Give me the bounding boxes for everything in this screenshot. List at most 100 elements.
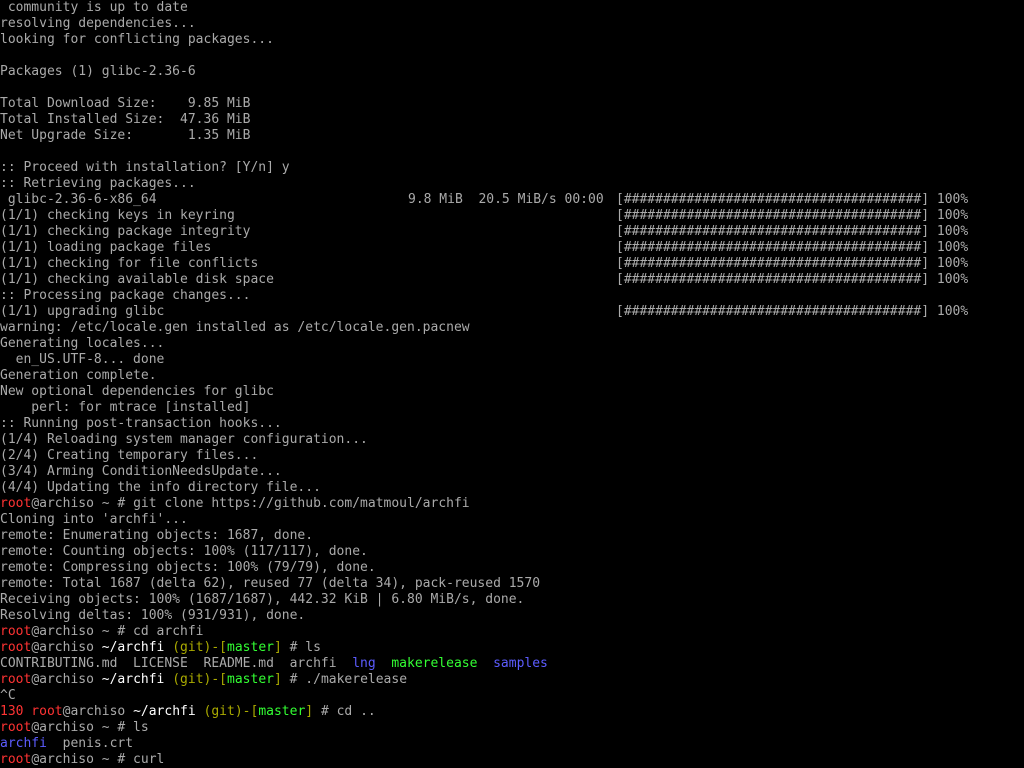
progress-line: (1/1) checking for file conflicts [######… — [0, 256, 1024, 272]
text-segment — [196, 704, 204, 719]
text-segment: (git)-[ — [203, 704, 259, 719]
terminal-line: Total Download Size: 9.85 MiB — [0, 96, 251, 111]
progress-label: (1/1) checking for file conflicts — [0, 256, 259, 271]
progress-bar: [######################################]… — [616, 256, 969, 271]
terminal-line: ^C — [0, 688, 16, 703]
terminal-line: remote: Counting objects: 100% (117/117)… — [0, 544, 368, 559]
progress-line: (1/1) upgrading glibc [##################… — [0, 304, 1024, 320]
terminal-line: :: Running post-transaction hooks... — [0, 416, 282, 431]
progress-stats: 9.8 MiB 20.5 MiB/s 00:00 — [408, 192, 604, 207]
terminal-line: Receiving objects: 100% (1687/1687), 442… — [0, 592, 525, 607]
terminal-line: community is up to date — [0, 0, 188, 15]
text-segment: # ls — [281, 640, 321, 655]
terminal-line: remote: Total 1687 (delta 62), reused 77… — [0, 576, 541, 591]
prompt-line: root@archiso ~ # git clone https://githu… — [0, 496, 1024, 512]
terminal-line: warning: /etc/locale.gen installed as /e… — [0, 320, 470, 335]
terminal-line: Resolving deltas: 100% (931/931), done. — [0, 608, 306, 623]
text-segment: penis.crt — [46, 736, 134, 751]
terminal-line: looking for conflicting packages... — [0, 32, 274, 47]
progress-line: (1/1) checking keys in keyring [#########… — [0, 208, 1024, 224]
progress-bar: [######################################]… — [616, 272, 969, 287]
text-segment: root — [0, 752, 32, 767]
prompt-line: 130 root@archiso ~/archfi (git)-[master]… — [0, 704, 1024, 720]
text-segment: (git)-[ — [172, 672, 228, 687]
progress-label: (1/1) upgrading glibc — [0, 304, 165, 319]
prompt-line: root@archiso ~/archfi (git)-[master] # .… — [0, 672, 1024, 688]
text-segment — [477, 656, 493, 671]
text-segment: ] — [273, 640, 282, 655]
text-segment: root — [0, 640, 32, 655]
terminal-line: :: Retrieving packages... — [0, 176, 196, 191]
text-segment: @archiso — [31, 496, 102, 511]
text-segment: @archiso ~ # cd archfi — [31, 624, 204, 639]
text-segment: @archiso ~ # ls — [31, 720, 149, 735]
terminal-line: Packages (1) glibc-2.36-6 — [0, 64, 196, 79]
prompt-line: root@archiso ~ # curl — [0, 752, 1024, 768]
progress-bar: [######################################]… — [616, 304, 969, 319]
terminal-line: Total Installed Size: 47.36 MiB — [0, 112, 251, 127]
terminal-line: Generation complete. — [0, 368, 157, 383]
text-segment: master — [258, 704, 306, 719]
terminal-line: resolving dependencies... — [0, 16, 196, 31]
text-segment: # git clone https://github.com/matmoul/a… — [109, 496, 470, 511]
text-segment: samples — [493, 656, 548, 671]
progress-line: (1/1) checking package integrity [#######… — [0, 224, 1024, 240]
text-segment — [376, 656, 392, 671]
text-segment: ~/archfi — [101, 640, 165, 655]
terminal-line: Cloning into 'archfi'... — [0, 512, 188, 527]
prompt-line: archfi penis.crt — [0, 736, 1024, 752]
terminal-line: Net Upgrade Size: 1.35 MiB — [0, 128, 251, 143]
text-segment: master — [227, 672, 274, 687]
text-segment: # cd .. — [313, 704, 376, 719]
terminal-line: New optional dependencies for glibc — [0, 384, 274, 399]
text-segment: root — [0, 672, 32, 687]
progress-label: glibc-2.36-6-x86_64 — [0, 192, 157, 207]
terminal-line: en_US.UTF-8... done — [0, 352, 165, 367]
terminal-line: remote: Enumerating objects: 1687, done. — [0, 528, 314, 543]
terminal-line: (2/4) Creating temporary files... — [0, 448, 259, 463]
text-segment: @archiso ~ # curl — [31, 752, 165, 767]
text-segment: ] — [305, 704, 314, 719]
terminal-line: Generating locales... — [0, 336, 165, 351]
progress-label: (1/1) loading package files — [0, 240, 212, 255]
terminal-line: :: Processing package changes... — [0, 288, 251, 303]
text-segment: # ./makerelease — [281, 672, 408, 687]
progress-label: (1/1) checking package integrity — [0, 224, 251, 239]
text-segment: makerelease — [391, 656, 478, 671]
terminal-screen[interactable]: community is up to date resolving depende… — [0, 0, 1024, 768]
prompt-line: root@archiso ~ # ls — [0, 720, 1024, 736]
text-segment: archfi — [0, 736, 47, 751]
text-segment: 130 root — [0, 704, 63, 719]
progress-bar: [######################################]… — [616, 240, 969, 255]
terminal-line: :: Proceed with installation? [Y/n] y — [0, 160, 290, 175]
text-segment: ~ — [101, 496, 110, 511]
text-segment: ~/archfi — [133, 704, 196, 719]
text-segment: (git)-[ — [172, 640, 228, 655]
text-segment: lng — [352, 656, 376, 671]
text-segment: master — [227, 640, 274, 655]
text-segment: root — [0, 496, 32, 511]
text-segment: @archiso — [31, 640, 102, 655]
prompt-line: root@archiso ~/archfi (git)-[master] # l… — [0, 640, 1024, 656]
terminal-line: (1/4) Reloading system manager configura… — [0, 432, 368, 447]
progress-line: (1/1) loading package files [############… — [0, 240, 1024, 256]
prompt-line: CONTRIBUTING.md LICENSE README.md archfi… — [0, 656, 1024, 672]
terminal-line: (3/4) Arming ConditionNeedsUpdate... — [0, 464, 282, 479]
text-segment: CONTRIBUTING.md LICENSE README.md archfi — [0, 656, 353, 671]
progress-line: glibc-2.36-6-x86_64 9.8 MiB 20.5 MiB/s 00… — [0, 192, 1024, 208]
progress-label: (1/1) checking available disk space — [0, 272, 274, 287]
progress-label: (1/1) checking keys in keyring — [0, 208, 235, 223]
terminal-line: (4/4) Updating the info directory file..… — [0, 480, 321, 495]
text-segment: @archiso — [62, 704, 134, 719]
terminal-line: remote: Compressing objects: 100% (79/79… — [0, 560, 376, 575]
text-segment: ] — [273, 672, 282, 687]
text-segment: root — [0, 720, 32, 735]
text-segment: @archiso — [31, 672, 102, 687]
progress-bar: [######################################]… — [616, 224, 969, 239]
progress-bar: [######################################]… — [616, 208, 969, 223]
text-segment: root — [0, 624, 32, 639]
progress-bar: [######################################]… — [616, 192, 969, 207]
